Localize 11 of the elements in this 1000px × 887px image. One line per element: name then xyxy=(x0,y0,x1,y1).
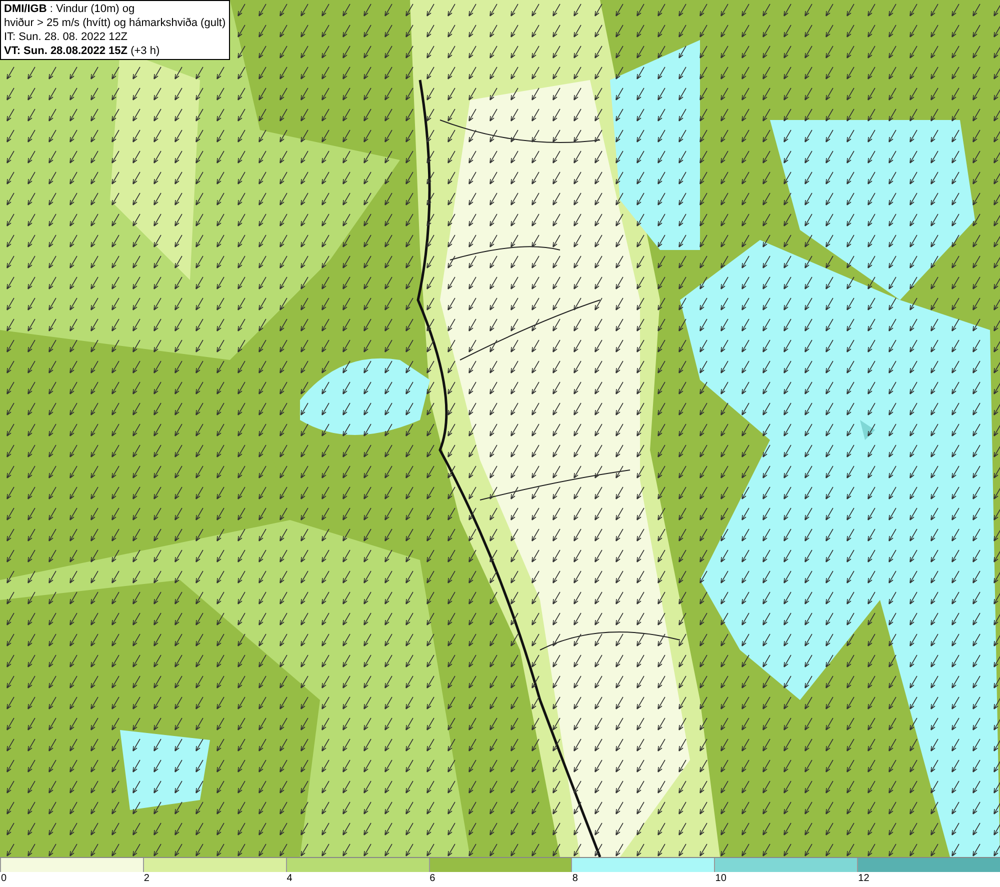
header-text: IT: Sun. 28. 08. 2022 12Z xyxy=(4,30,129,44)
header-text: DMI/IGB : Vindur (10m) og xyxy=(4,2,136,16)
scale-label: 0 xyxy=(0,872,7,886)
scale-label: 8 xyxy=(571,872,578,886)
header-text: hviður > 25 m/s (hvítt) og hámarkshviða (gult) xyxy=(4,16,226,30)
scale-label: 2 xyxy=(142,872,150,886)
scale-label: 12 xyxy=(857,872,870,886)
scale-label: 10 xyxy=(714,872,726,886)
header-text: VT: Sun. 28.08.2022 15Z (+3 h) xyxy=(4,44,161,58)
scale-label: 6 xyxy=(428,872,436,886)
scale-label: 4 xyxy=(286,872,292,886)
